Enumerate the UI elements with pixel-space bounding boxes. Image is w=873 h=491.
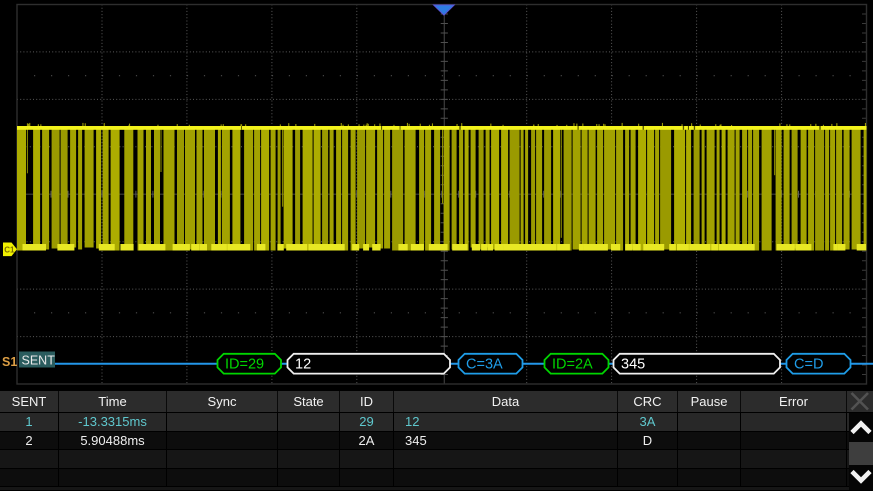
svg-text:C1: C1 [4,246,15,255]
svg-text:ID=29: ID=29 [225,357,264,373]
svg-text:S1: S1 [2,355,17,369]
svg-text:345: 345 [621,357,645,373]
svg-text:SENT: SENT [22,354,56,368]
svg-text:C=D: C=D [794,357,823,373]
svg-text:12: 12 [295,357,311,373]
svg-text:C=3A: C=3A [466,357,503,373]
svg-text:ID=2A: ID=2A [552,357,593,373]
